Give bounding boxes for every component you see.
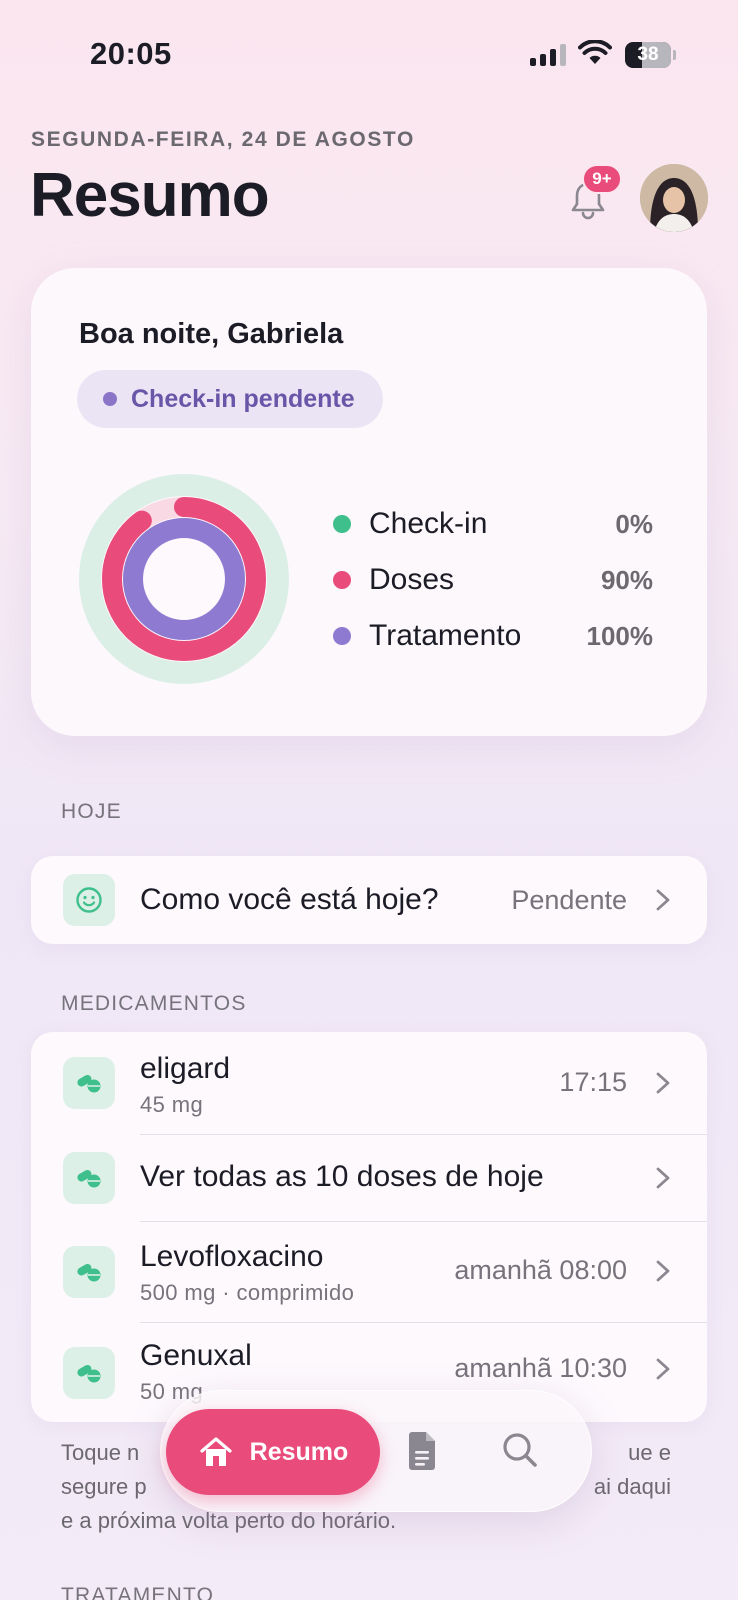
house-icon — [200, 1437, 232, 1466]
section-label-hoje: HOJE — [61, 800, 122, 823]
section-label-tratamento: TRATAMENTO — [61, 1584, 215, 1600]
legend-row-checkin: Check-in 0% — [333, 496, 653, 552]
checkin-row-status: Pendente — [511, 885, 627, 915]
avatar[interactable] — [640, 164, 708, 232]
medication-name: eligard — [140, 1052, 231, 1085]
legend-row-tratamento: Tratamento 100% — [333, 608, 653, 664]
medication-row-levofloxacino[interactable]: Levofloxacino 500 mg · comprimido amanhã… — [31, 1222, 707, 1322]
view-all-doses-row[interactable]: Ver todas as 10 doses de hoje — [31, 1135, 707, 1221]
medications-card: eligard 45 mg 17:15 Ver todas as 10 dose… — [31, 1032, 707, 1422]
medication-time: 17:15 — [559, 1067, 627, 1097]
checkin-row-title: Como você está hoje? — [140, 883, 439, 916]
legend-value: 0% — [615, 508, 653, 539]
activity-rings — [79, 474, 289, 684]
hint-line-1-start: Toque n — [61, 1440, 140, 1465]
hint-line-2-end: ai daqui — [593, 1474, 671, 1499]
medication-row-eligard[interactable]: eligard 45 mg 17:15 — [31, 1032, 707, 1134]
pill-icon — [63, 1152, 115, 1204]
chevron-right-icon — [656, 889, 670, 911]
signal-icon — [530, 44, 566, 66]
medication-time: amanhã 08:00 — [454, 1255, 627, 1285]
wifi-icon — [578, 40, 612, 64]
status-dot — [103, 392, 117, 406]
medication-time: amanhã 10:30 — [454, 1353, 627, 1383]
checkin-status-pill[interactable]: Check-in pendente — [77, 370, 383, 428]
status-bar: 20:05 38 — [0, 0, 738, 110]
chevron-right-icon — [656, 1072, 670, 1094]
legend-dot-tratamento — [333, 627, 351, 645]
view-all-doses-label: Ver todas as 10 doses de hoje — [140, 1160, 544, 1193]
pill-icon — [63, 1246, 115, 1298]
tab-bar: Resumo — [160, 1390, 592, 1512]
chevron-right-icon — [656, 1167, 670, 1189]
checkin-row[interactable]: Como você está hoje? Pendente — [31, 856, 707, 944]
legend-value: 90% — [600, 564, 653, 595]
chevron-right-icon — [656, 1358, 670, 1380]
tab-resumo[interactable]: Resumo — [166, 1409, 380, 1495]
medication-name: Levofloxacino — [140, 1240, 324, 1273]
clock-time: 20:05 — [90, 36, 172, 71]
battery-level: 38 — [637, 44, 659, 65]
pill-icon — [63, 1057, 115, 1109]
chevron-right-icon — [656, 1260, 670, 1282]
battery-tip — [673, 50, 676, 60]
legend-value: 100% — [586, 620, 654, 651]
rings-legend: Check-in 0% Doses 90% Tratamento 100% — [333, 496, 653, 664]
legend-label: Doses — [369, 563, 455, 596]
battery-icon: 38 — [625, 42, 671, 68]
summary-card: Boa noite, Gabriela Check-in pendente Ch… — [31, 268, 707, 736]
tab-resumo-label: Resumo — [249, 1437, 349, 1466]
medication-dose: 45 mg — [140, 1092, 204, 1117]
page-title: Resumo — [30, 161, 270, 230]
medication-name: Genuxal — [140, 1339, 252, 1372]
hint-line-1-end: ue e — [628, 1440, 671, 1465]
pill-icon — [63, 1347, 115, 1399]
legend-row-doses: Doses 90% — [333, 552, 653, 608]
avatar-photo — [640, 164, 708, 232]
legend-label: Check-in — [369, 507, 488, 540]
checkin-status-label: Check-in pendente — [131, 384, 355, 413]
greeting: Boa noite, Gabriela — [79, 318, 344, 350]
legend-dot-doses — [333, 571, 351, 589]
ring-center — [144, 539, 224, 619]
notification-badge: 9+ — [582, 164, 622, 194]
hint-line-2-start: segure p — [61, 1474, 147, 1499]
document-icon[interactable] — [406, 1431, 438, 1471]
legend-dot-checkin — [333, 515, 351, 533]
legend-label: Tratamento — [369, 619, 522, 652]
search-icon[interactable] — [501, 1431, 539, 1469]
current-date: SEGUNDA-FEIRA, 24 DE AGOSTO — [31, 128, 415, 151]
smile-icon — [63, 874, 115, 926]
section-label-medicamentos: MEDICAMENTOS — [61, 992, 247, 1015]
medication-dose: 500 mg · comprimido — [140, 1280, 355, 1305]
